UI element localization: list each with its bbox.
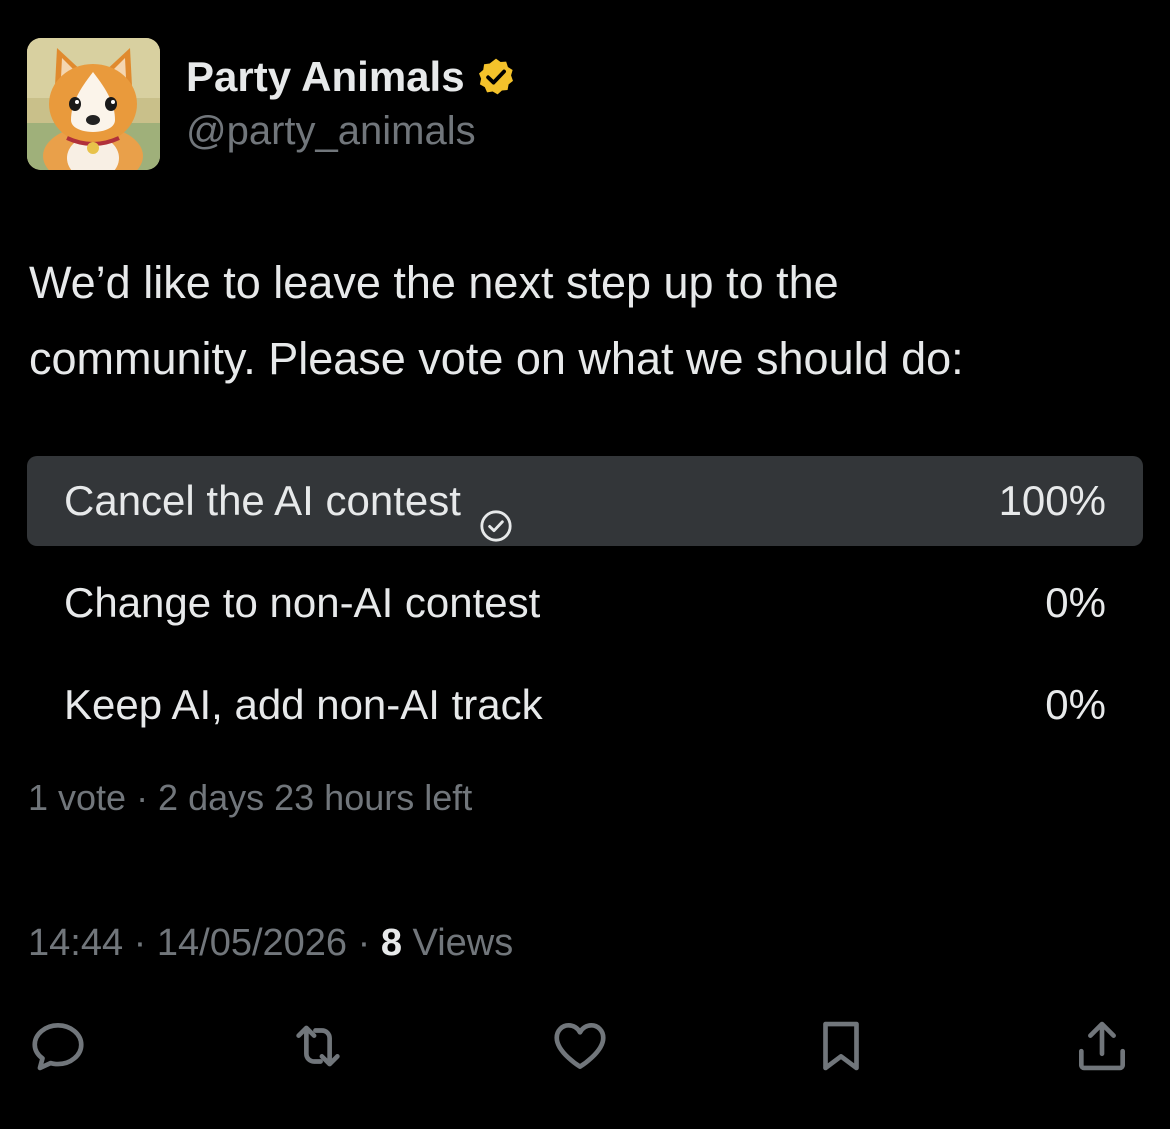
tweet-text: We’d like to leave the next step up to t… xyxy=(29,245,1149,397)
poll-meta: 1 vote · 2 days 23 hours left xyxy=(28,777,473,818)
share-icon xyxy=(1079,1021,1125,1071)
retweet-icon xyxy=(296,1025,340,1067)
verified-badge-icon[interactable] xyxy=(475,56,517,98)
poll-option-label: Cancel the AI contest xyxy=(64,477,461,524)
share-button[interactable] xyxy=(1071,1015,1133,1077)
tweet-date[interactable]: 14/05/2026 xyxy=(157,922,347,964)
handle[interactable]: @party_animals xyxy=(186,106,476,156)
views-label[interactable]: Views xyxy=(402,922,514,964)
avatar[interactable] xyxy=(27,38,160,170)
bookmark-button[interactable] xyxy=(810,1015,872,1077)
poll-option-label: Keep AI, add non-AI track xyxy=(64,681,543,728)
like-icon xyxy=(554,1023,606,1069)
tweet-text-line: community. Please vote on what we should… xyxy=(29,333,964,384)
display-name-text[interactable]: Party Animals xyxy=(186,52,465,102)
retweet-button[interactable] xyxy=(287,1015,349,1077)
poll-option-label-wrap: Keep AI, add non-AI track xyxy=(64,660,543,750)
poll-option-label-wrap: Cancel the AI contest xyxy=(64,456,513,546)
display-name[interactable]: Party Animals xyxy=(186,52,517,102)
reply-icon xyxy=(32,1023,84,1071)
poll-option-label-wrap: Change to non-AI contest xyxy=(64,558,540,648)
separator: · xyxy=(123,922,157,964)
like-button[interactable] xyxy=(549,1015,611,1077)
views-count[interactable]: 8 xyxy=(381,922,402,964)
tweet-text-line: We’d like to leave the next step up to t… xyxy=(29,257,839,308)
check-circle-icon xyxy=(479,484,513,542)
tweet-meta: 14:44 · 14/05/2026 · 8 Views xyxy=(28,918,513,968)
reply-button[interactable] xyxy=(27,1015,89,1077)
poll-option-percent: 0% xyxy=(1045,579,1106,626)
poll-option-percent: 0% xyxy=(1045,681,1106,728)
separator: · xyxy=(347,922,381,964)
bookmark-icon xyxy=(823,1021,859,1071)
poll-option-percent: 100% xyxy=(998,477,1106,524)
poll-option-change[interactable]: Change to non-AI contest 0% xyxy=(27,558,1143,648)
poll-option-cancel[interactable]: Cancel the AI contest 100% xyxy=(27,456,1143,546)
poll-option-label: Change to non-AI contest xyxy=(64,579,541,626)
tweet-time[interactable]: 14:44 xyxy=(28,922,123,964)
poll-option-keep[interactable]: Keep AI, add non-AI track 0% xyxy=(27,660,1143,750)
